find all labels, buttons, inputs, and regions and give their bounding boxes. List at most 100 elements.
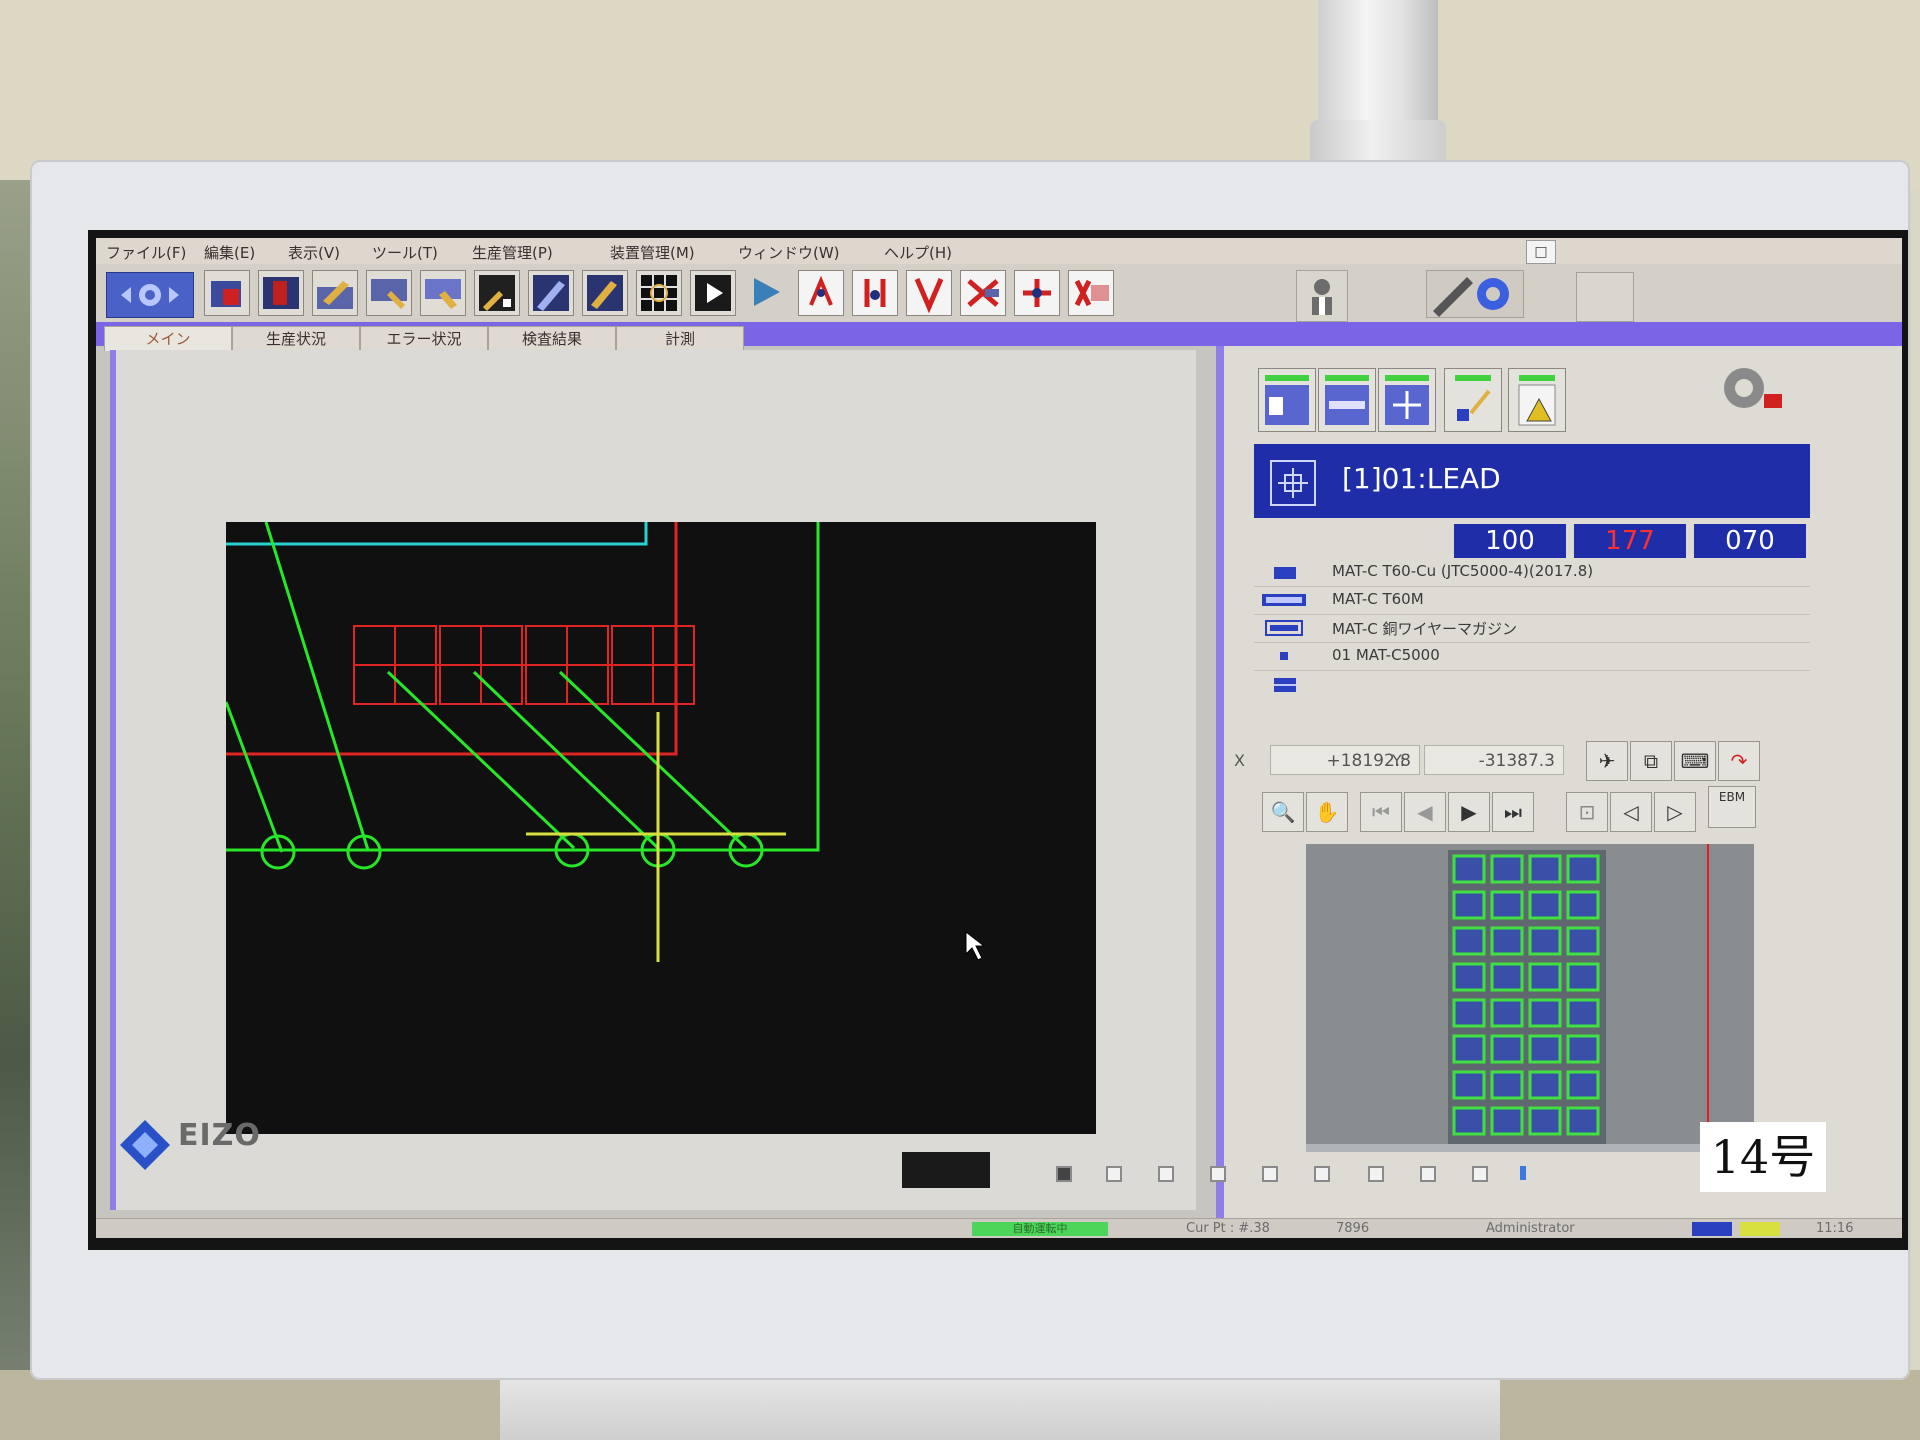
part-feeder-icon[interactable] <box>528 270 574 316</box>
cad-wires <box>226 522 748 853</box>
menu-production[interactable]: 生産管理(P) <box>472 242 553 263</box>
prev-icon[interactable]: ◀ <box>1404 792 1446 832</box>
mode-4-icon[interactable] <box>1444 368 1502 432</box>
monitor-button-2[interactable] <box>1158 1166 1174 1182</box>
user-icon[interactable] <box>1296 270 1348 322</box>
tab-main[interactable]: メイン <box>104 326 232 351</box>
restore-button[interactable]: □ <box>1526 240 1556 264</box>
settings-gear-icon[interactable] <box>1714 360 1790 418</box>
status-user: Administrator <box>1486 1221 1575 1236</box>
zoom-icon[interactable]: 🔍 <box>1262 792 1304 832</box>
tab-production-status[interactable]: 生産状況 <box>232 326 360 351</box>
part-tools-icon[interactable] <box>312 270 358 316</box>
info-row-board[interactable]: MAT-C T60M <box>1254 586 1810 615</box>
info-row-material[interactable]: MAT-C T60-Cu (JTC5000-4)(2017.8) <box>1254 558 1810 587</box>
main-panel <box>110 350 1196 1210</box>
step-left-icon[interactable]: ◁ <box>1610 792 1652 832</box>
mode-2-icon[interactable] <box>1318 368 1376 432</box>
blank-button[interactable] <box>1576 272 1634 322</box>
move-to-icon[interactable]: ✈ <box>1586 741 1628 781</box>
first-icon[interactable]: ⏮ <box>1360 792 1402 832</box>
preview-pad <box>1452 926 1486 956</box>
preview-pad <box>1490 890 1524 920</box>
mode-5-icon[interactable] <box>1508 368 1566 432</box>
power-button[interactable] <box>1056 1166 1072 1182</box>
tool-1-icon[interactable] <box>798 270 844 316</box>
crosshair-icon <box>1270 460 1316 506</box>
preview-pad <box>1566 1034 1600 1064</box>
mode-1-icon[interactable] <box>1258 368 1316 432</box>
preview-pad <box>1452 1034 1486 1064</box>
preview-pad <box>1452 1070 1486 1100</box>
status-time: 11:16 <box>1816 1221 1854 1236</box>
info-text-material: MAT-C T60-Cu (JTC5000-4)(2017.8) <box>1332 562 1594 580</box>
preview-pad <box>1490 1034 1524 1064</box>
preview-pad <box>1528 1070 1562 1100</box>
grid-icon[interactable] <box>636 270 682 316</box>
tab-error-status[interactable]: エラー状況 <box>360 326 488 351</box>
play-film-icon[interactable] <box>690 270 736 316</box>
preview-pad <box>1566 1070 1600 1100</box>
monitor-button-3[interactable] <box>1210 1166 1226 1182</box>
run-icon[interactable] <box>744 270 790 316</box>
preview-pad <box>1566 998 1600 1028</box>
tab-measurement[interactable]: 計測 <box>616 326 744 351</box>
chip-icon <box>1280 652 1288 660</box>
camera-switch-icon[interactable]: ⧉ <box>1630 741 1672 781</box>
monitor-button-4[interactable] <box>1262 1166 1278 1182</box>
monitor-button-5[interactable] <box>1314 1166 1330 1182</box>
return-arrow-icon[interactable]: ↷ <box>1718 741 1760 781</box>
board-icon <box>1262 594 1306 606</box>
info-row-chip[interactable]: 01 MAT-C5000 <box>1254 642 1810 671</box>
part-pick-icon[interactable] <box>366 270 412 316</box>
last-icon[interactable]: ⏭ <box>1492 792 1534 832</box>
tool-5-icon[interactable] <box>1014 270 1060 316</box>
menu-tools[interactable]: ツール(T) <box>372 242 438 263</box>
y-coordinate[interactable]: -31387.3 <box>1424 745 1564 775</box>
preview-pad <box>1490 962 1524 992</box>
monitor-button-6[interactable] <box>1368 1166 1384 1182</box>
info-text-chip: 01 MAT-C5000 <box>1332 646 1440 664</box>
keyboard-icon[interactable]: ⌨ <box>1674 741 1716 781</box>
menu-help[interactable]: ヘルプ(H) <box>884 242 952 263</box>
part-red-icon[interactable] <box>204 270 250 316</box>
machine-number-sticker: 14号 <box>1700 1122 1826 1192</box>
preview-pad <box>1528 854 1562 884</box>
mode-3-icon[interactable] <box>1378 368 1436 432</box>
monitor-button-7[interactable] <box>1420 1166 1436 1182</box>
run-status-badge: 自動運転中 <box>972 1222 1108 1236</box>
setup-icon[interactable] <box>106 272 194 318</box>
preview-pad <box>1452 854 1486 884</box>
tool-6-icon[interactable] <box>1068 270 1114 316</box>
cad-view[interactable] <box>226 522 1096 1134</box>
gear-icon[interactable] <box>1426 270 1524 318</box>
program-title-bar: [1]01:LEAD <box>1254 444 1810 518</box>
tool-2-icon[interactable] <box>852 270 898 316</box>
part-chip-icon[interactable] <box>582 270 628 316</box>
menu-view[interactable]: 表示(V) <box>288 242 340 263</box>
part-board-icon[interactable] <box>258 270 304 316</box>
view-icon[interactable]: ⊡ <box>1566 792 1608 832</box>
next-icon[interactable]: ▶ <box>1448 792 1490 832</box>
monitor-button-1[interactable] <box>1106 1166 1122 1182</box>
preview-pad <box>1452 1106 1486 1136</box>
info-row-block[interactable] <box>1254 670 1810 698</box>
menu-file[interactable]: ファイル(F) <box>106 242 186 263</box>
brand-name: EIZO <box>178 1118 261 1153</box>
part-place-icon[interactable] <box>420 270 466 316</box>
tool-4-icon[interactable] <box>960 270 1006 316</box>
menu-equipment[interactable]: 装置管理(M) <box>610 242 695 263</box>
camera-preview[interactable] <box>1306 844 1754 1152</box>
menu-window[interactable]: ウィンドウ(W) <box>738 242 840 263</box>
menu-edit[interactable]: 編集(E) <box>204 242 255 263</box>
info-text-magazine: MAT-C 銅ワイヤーマガジン <box>1332 620 1518 638</box>
mouse-cursor <box>965 930 986 961</box>
part-nozzle-icon[interactable] <box>474 270 520 316</box>
tool-3-icon[interactable] <box>906 270 952 316</box>
ebm-button[interactable]: EBM <box>1708 786 1756 828</box>
info-row-magazine[interactable]: MAT-C 銅ワイヤーマガジン <box>1254 614 1810 643</box>
tab-inspection-results[interactable]: 検査結果 <box>488 326 616 351</box>
pan-hand-icon[interactable]: ✋ <box>1306 792 1348 832</box>
monitor-button-8[interactable] <box>1472 1166 1488 1182</box>
step-right-icon[interactable]: ▷ <box>1654 792 1696 832</box>
